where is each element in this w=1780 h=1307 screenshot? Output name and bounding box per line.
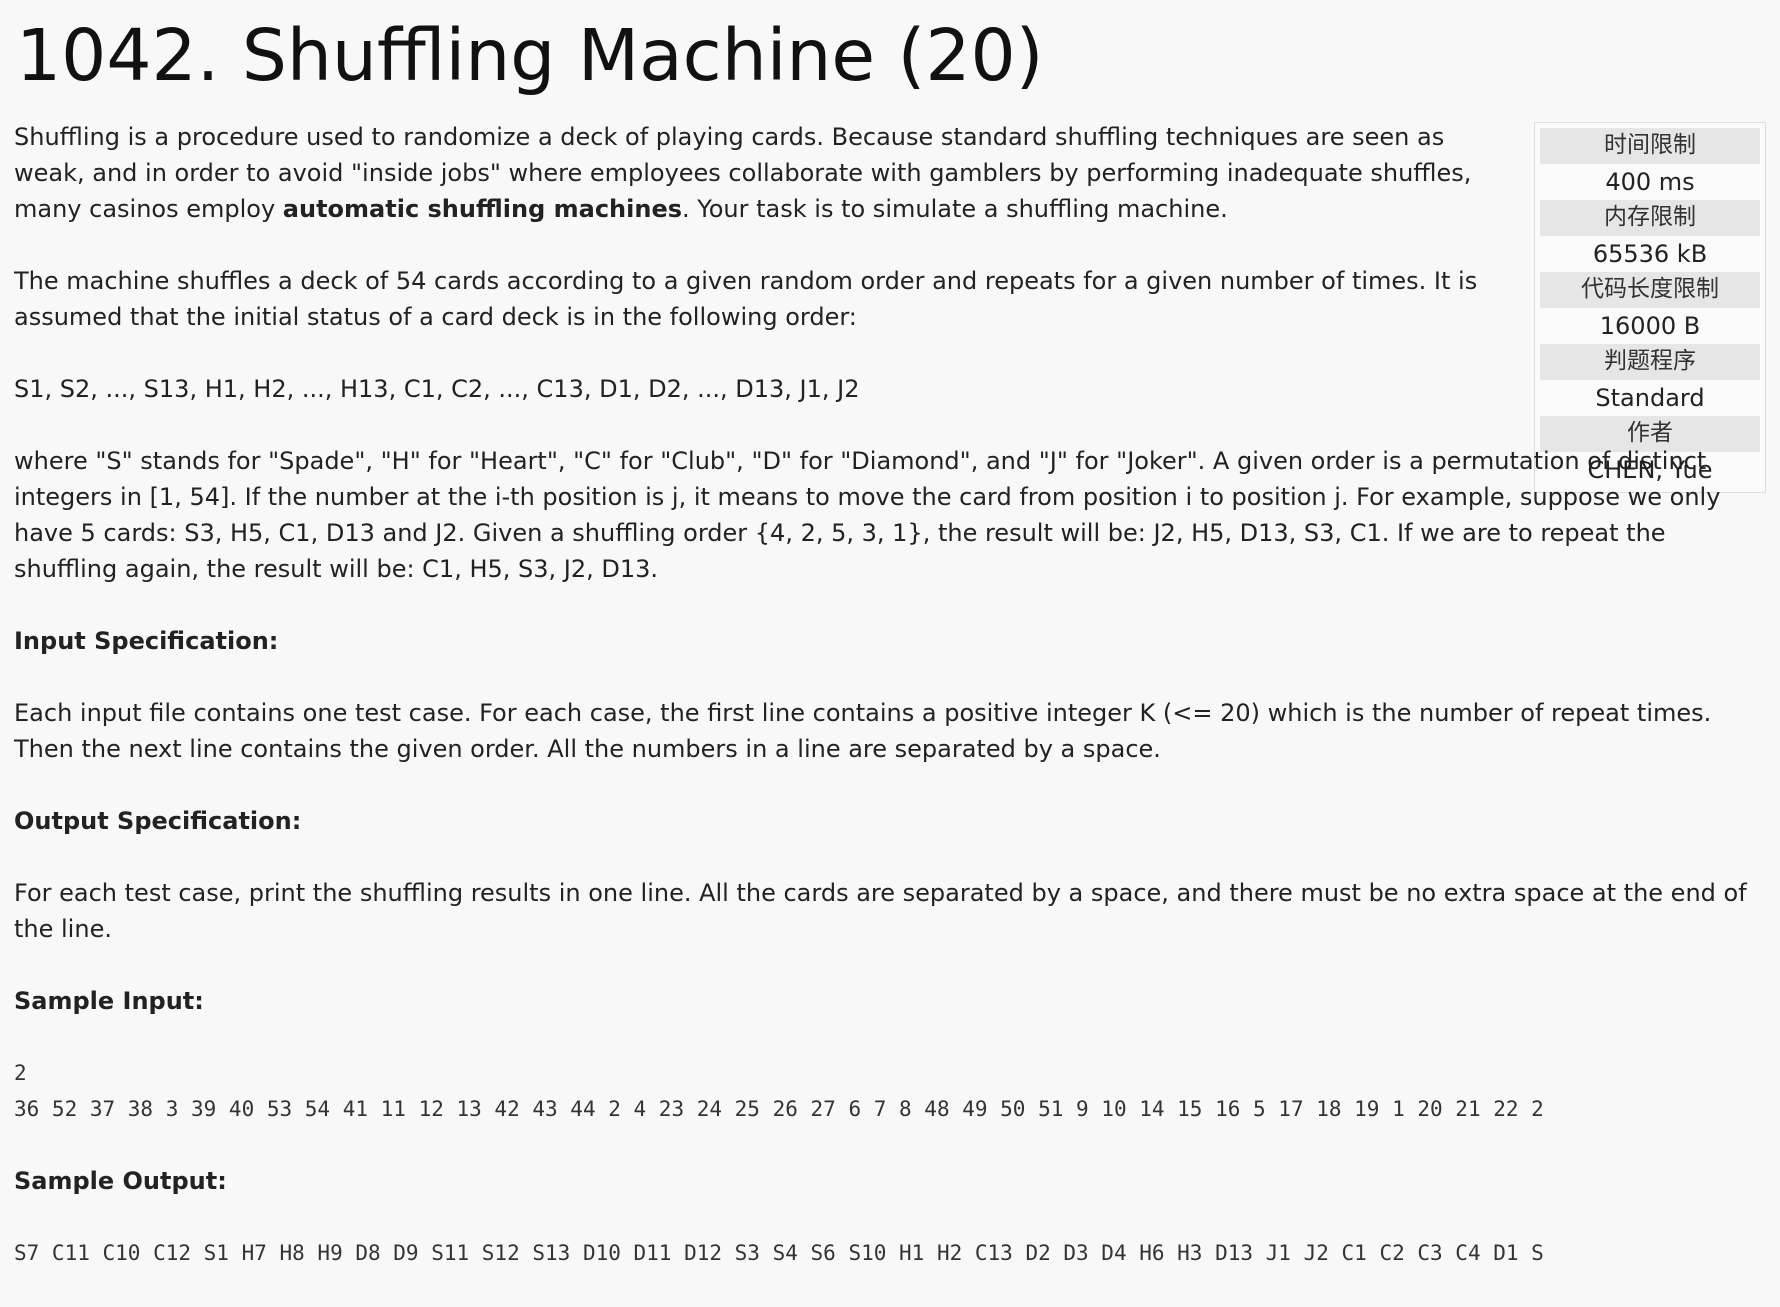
- description-paragraph-3: S1, S2, ..., S13, H1, H2, ..., H13, C1, …: [14, 375, 860, 403]
- sample-output-line: S7 C11 C10 C12 S1 H7 H8 H9 D8 D9 S11 S12…: [14, 1241, 1544, 1265]
- output-spec-heading: Output Specification:: [14, 807, 302, 835]
- output-spec-text: For each test case, print the shuffling …: [14, 879, 1747, 943]
- description-bold-text: automatic shuffling machines: [282, 195, 683, 223]
- sample-input-line: 36 52 37 38 3 39 40 53 54 41 11 12 13 42…: [14, 1097, 1544, 1121]
- sample-output-heading: Sample Output:: [14, 1167, 227, 1195]
- description-paragraph-4: where "S" stands for "Spade", "H" for "H…: [14, 447, 1721, 583]
- input-spec-heading: Input Specification:: [14, 627, 279, 655]
- description-paragraph-2: The machine shuffles a deck of 54 cards …: [14, 267, 1478, 331]
- sample-output-block: S7 C11 C10 C12 S1 H7 H8 H9 D8 D9 S11 S12…: [14, 1235, 1769, 1271]
- sample-input-line: 2: [14, 1061, 27, 1085]
- description-text: . Your task is to simulate a shuffling m…: [682, 195, 1228, 223]
- page-title: 1042. Shuffling Machine (20): [16, 14, 1044, 97]
- description-paragraph-1: Shuffling is a procedure used to randomi…: [14, 119, 1504, 227]
- input-spec-text: Each input file contains one test case. …: [14, 699, 1712, 763]
- problem-content: Shuffling is a procedure used to randomi…: [14, 119, 1769, 1307]
- sample-input-block: 2 36 52 37 38 3 39 40 53 54 41 11 12 13 …: [14, 1055, 1769, 1127]
- sample-input-heading: Sample Input:: [14, 987, 204, 1015]
